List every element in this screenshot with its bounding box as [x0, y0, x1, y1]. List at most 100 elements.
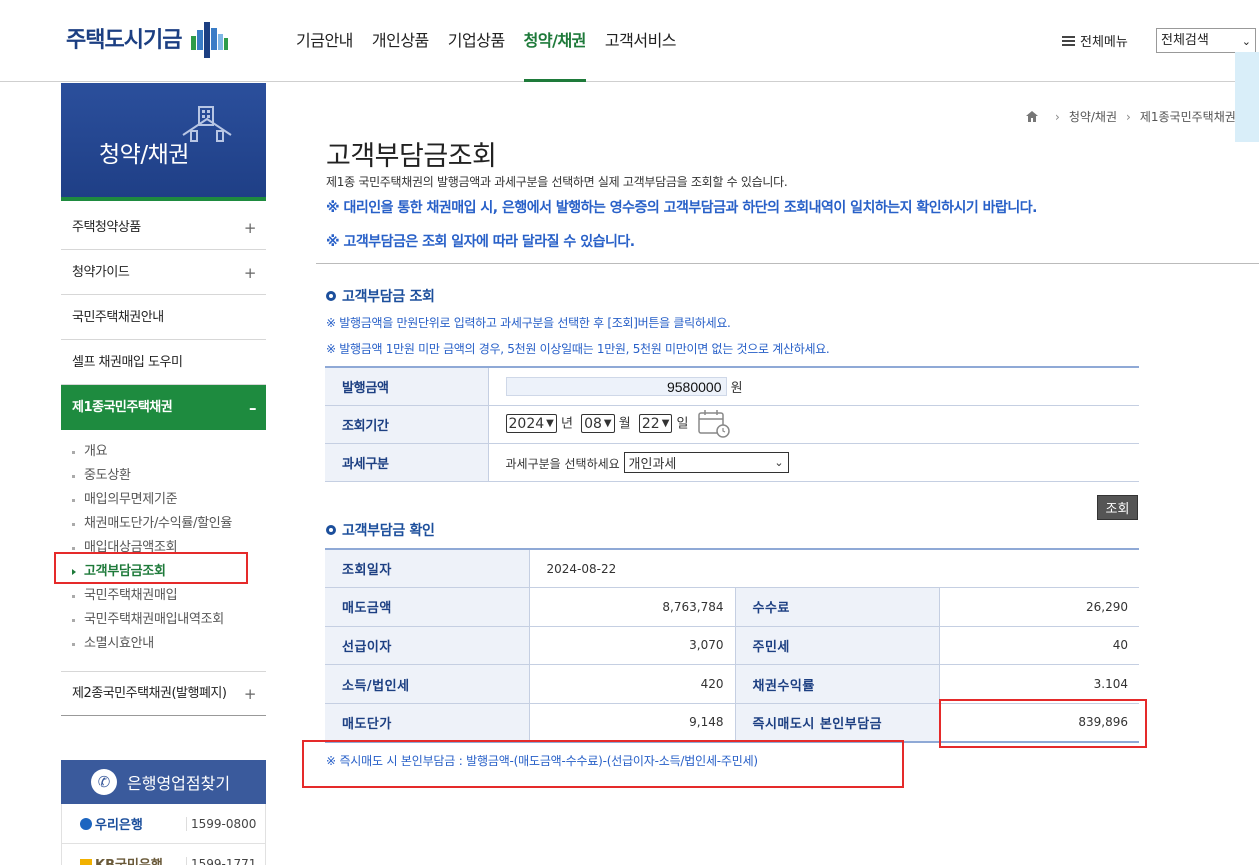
lnb-menu: 주택청약상품 + 청약가이드 + 국민주택채권안내 셀프 채권매입 도우미 제1… [61, 205, 266, 430]
burden-label: 즉시매도시 본인부담금 [735, 703, 940, 743]
amount-label: 발행금액 [325, 367, 489, 406]
breadcrumb-item[interactable]: 제1종국민주택채권 [1140, 108, 1236, 125]
highlight-formula [302, 740, 904, 788]
income-tax-value: 420 [529, 664, 736, 704]
breadcrumb-item[interactable]: 청약/채권 [1069, 108, 1117, 125]
search-scope-select[interactable]: 전체검색 ⌄ [1156, 28, 1256, 53]
amount-cell: 원 [488, 367, 1139, 406]
lnb-item-type2-bond[interactable]: 제2종국민주택채권(발행폐지) + [61, 671, 266, 716]
lnb-item-self-bond-helper[interactable]: 셀프 채권매입 도우미 [61, 340, 266, 385]
unit-price-label: 매도단가 [325, 703, 530, 743]
month-select[interactable]: 08 ▼ [581, 414, 615, 433]
bank-finder-title: 은행영업점찾기 [127, 774, 231, 793]
notice-agent: ※ 대리인을 통한 채권매입 시, 은행에서 발행하는 영수증의 고객부담금과 … [326, 200, 1038, 216]
lnb-item-type1-bond[interactable]: 제1종국민주택채권 – [61, 385, 266, 430]
table-row: 조회일자 2024-08-22 [325, 549, 1139, 589]
lnb-item-label: 제2종국민주택채권(발행폐지) [72, 686, 227, 701]
tax-prompt: 과세구분을 선택하세요 [505, 456, 620, 471]
notice-date: ※ 고객부담금은 조회 일자에 따라 달라질 수 있습니다. [326, 234, 635, 250]
result-section-title: 고객부담금 확인 [326, 520, 435, 540]
yield-label: 채권수익률 [735, 664, 940, 704]
lnb-title-banner: 청약/채권 [61, 83, 266, 201]
tax-cell: 과세구분을 선택하세요 개인과세 ⌄ [488, 443, 1139, 482]
plus-icon: + [243, 219, 257, 237]
lnb-item-label: 셀프 채권매입 도우미 [72, 355, 183, 370]
hamburger-icon [1062, 35, 1075, 46]
lnb-item-bond-info[interactable]: 국민주택채권안내 [61, 295, 266, 340]
table-row: 매도금액 8,763,784 수수료 26,290 [325, 587, 1139, 627]
bank-finder-header[interactable]: ✆ 은행영업점찾기 [61, 760, 266, 804]
day-select[interactable]: 22 ▼ [638, 414, 673, 433]
bank-finder: ✆ 은행영업점찾기 우리은행 1599-0800 KB국민은행 1599-177… [61, 760, 266, 865]
sub-item-prescription[interactable]: 소멸시효안내 [61, 632, 266, 656]
chevron-right-icon: › [1055, 109, 1060, 124]
tax-label: 과세구분 [325, 443, 489, 482]
plus-icon: + [243, 264, 257, 282]
breadcrumb: › 청약/채권 › 제1종국민주택채권 [1026, 108, 1236, 125]
kb-logo-icon [80, 858, 92, 865]
bank-name: KB국민은행 [62, 854, 186, 865]
sub-item-purchase-history[interactable]: 국민주택채권매입내역조회 [61, 608, 266, 632]
nav-customer-service[interactable]: 고객서비스 [605, 0, 677, 82]
period-label: 조회기간 [325, 405, 489, 444]
fee-label: 수수료 [735, 587, 940, 627]
side-panel-tab[interactable] [1235, 52, 1259, 142]
prepaid-interest-value: 3,070 [529, 626, 736, 666]
query-guide-1: ※ 발행금액을 만원단위로 입력하고 과세구분을 선택한 후 [조회]버튼을 클… [326, 316, 731, 330]
nav-personal-products[interactable]: 개인상품 [372, 0, 429, 82]
bank-row[interactable]: 우리은행 1599-0800 [61, 804, 266, 844]
calendar-icon[interactable] [697, 409, 731, 439]
chevron-down-icon: ⌄ [1241, 35, 1251, 48]
bank-phone: 1599-0800 [186, 816, 256, 831]
highlight-burden-value [939, 699, 1147, 748]
lnb-item-subscription-products[interactable]: 주택청약상품 + [61, 205, 266, 250]
page-title: 고객부담금조회 [326, 141, 497, 172]
bank-row[interactable]: KB국민은행 1599-1771 [61, 844, 266, 865]
divider [316, 263, 1259, 264]
query-form-table: 발행금액 원 조회기간 2024▼ 년 08▼ 월 22▼ 일 [325, 366, 1139, 482]
page-description: 제1종 국민주택채권의 발행금액과 과세구분을 선택하면 실제 고객부담금을 조… [326, 175, 788, 189]
sub-item-exemption-criteria[interactable]: 매입의무면제기준 [61, 488, 266, 512]
amount-input[interactable] [505, 377, 727, 396]
yield-value: 3.104 [939, 664, 1139, 704]
lnb-item-label: 청약가이드 [72, 265, 130, 280]
global-nav: 기금안내 개인상품 기업상품 청약/채권 고객서비스 [296, 0, 695, 82]
query-date-value: 2024-08-22 [529, 549, 1139, 589]
lnb-item-subscription-guide[interactable]: 청약가이드 + [61, 250, 266, 295]
sub-item-bond-purchase[interactable]: 국민주택채권매입 [61, 584, 266, 608]
query-section-title: 고객부담금 조회 [326, 286, 435, 306]
nav-corporate-products[interactable]: 기업상품 [448, 0, 505, 82]
home-icon[interactable] [1026, 111, 1038, 122]
table-row: 소득/법인세 420 채권수익률 3.104 [325, 664, 1139, 704]
day-unit: 일 [676, 416, 689, 432]
logo[interactable]: 주택도시기금 [66, 18, 229, 58]
all-menu-button[interactable]: 전체메뉴 [1062, 31, 1128, 50]
sub-item-overview[interactable]: 개요 [61, 440, 266, 464]
chevron-down-icon: ⌄ [774, 455, 784, 469]
sale-amount-label: 매도금액 [325, 587, 530, 627]
tax-type-select[interactable]: 개인과세 ⌄ [623, 451, 789, 473]
bullet-icon [326, 291, 336, 301]
chevron-down-icon: ▼ [661, 418, 670, 429]
chevron-down-icon: ▼ [603, 418, 612, 429]
bank-phone: 1599-1771 [186, 856, 256, 865]
sub-item-price-yield[interactable]: 채권매도단가/수익률/할인율 [61, 512, 266, 536]
table-row: 선급이자 3,070 주민세 40 [325, 626, 1139, 666]
income-tax-label: 소득/법인세 [325, 664, 530, 704]
bank-name: 우리은행 [62, 814, 186, 833]
nav-subscription-bonds[interactable]: 청약/채권 [523, 0, 586, 82]
period-cell: 2024 ▼ 년 08 ▼ 월 22 ▼ 일 [488, 405, 1139, 444]
lnb-title: 청약/채권 [99, 142, 189, 168]
resident-tax-value: 40 [939, 626, 1139, 666]
amount-unit: 원 [730, 380, 743, 396]
chevron-right-icon: › [1126, 109, 1131, 124]
query-button[interactable]: 조회 [1097, 495, 1138, 520]
query-guide-2: ※ 발행금액 1만원 미만 금액의 경우, 5천원 이상일때는 1만원, 5천원… [326, 342, 830, 356]
year-select[interactable]: 2024 ▼ [505, 414, 557, 433]
fee-value: 26,290 [939, 587, 1139, 627]
bullet-icon [326, 525, 336, 535]
phone-icon: ✆ [91, 769, 117, 795]
nav-fund-info[interactable]: 기금안내 [296, 0, 353, 82]
sub-item-early-redemption[interactable]: 중도상환 [61, 464, 266, 488]
all-menu-label: 전체메뉴 [1080, 35, 1128, 50]
